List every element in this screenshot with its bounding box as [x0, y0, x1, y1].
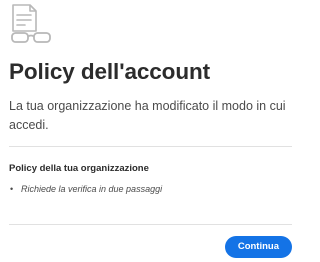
divider	[9, 146, 292, 147]
policy-list: • Richiede la verifica in due passaggi	[9, 183, 162, 196]
document-with-glasses-icon	[11, 4, 51, 43]
account-policy-dialog: Policy dell'account La tua organizzazion…	[0, 0, 304, 262]
policy-item-label: Richiede la verifica in due passaggi	[21, 184, 163, 194]
bullet-icon: •	[10, 184, 14, 194]
dialog-description: La tua organizzazione ha modificato il m…	[9, 99, 286, 132]
list-item: • Richiede la verifica in due passaggi	[9, 183, 162, 196]
policy-section-title: Policy della tua organizzazione	[9, 163, 149, 174]
divider	[9, 224, 292, 225]
continue-button[interactable]: Continua	[224, 236, 292, 258]
dialog-title: Policy dell'account	[9, 59, 211, 84]
